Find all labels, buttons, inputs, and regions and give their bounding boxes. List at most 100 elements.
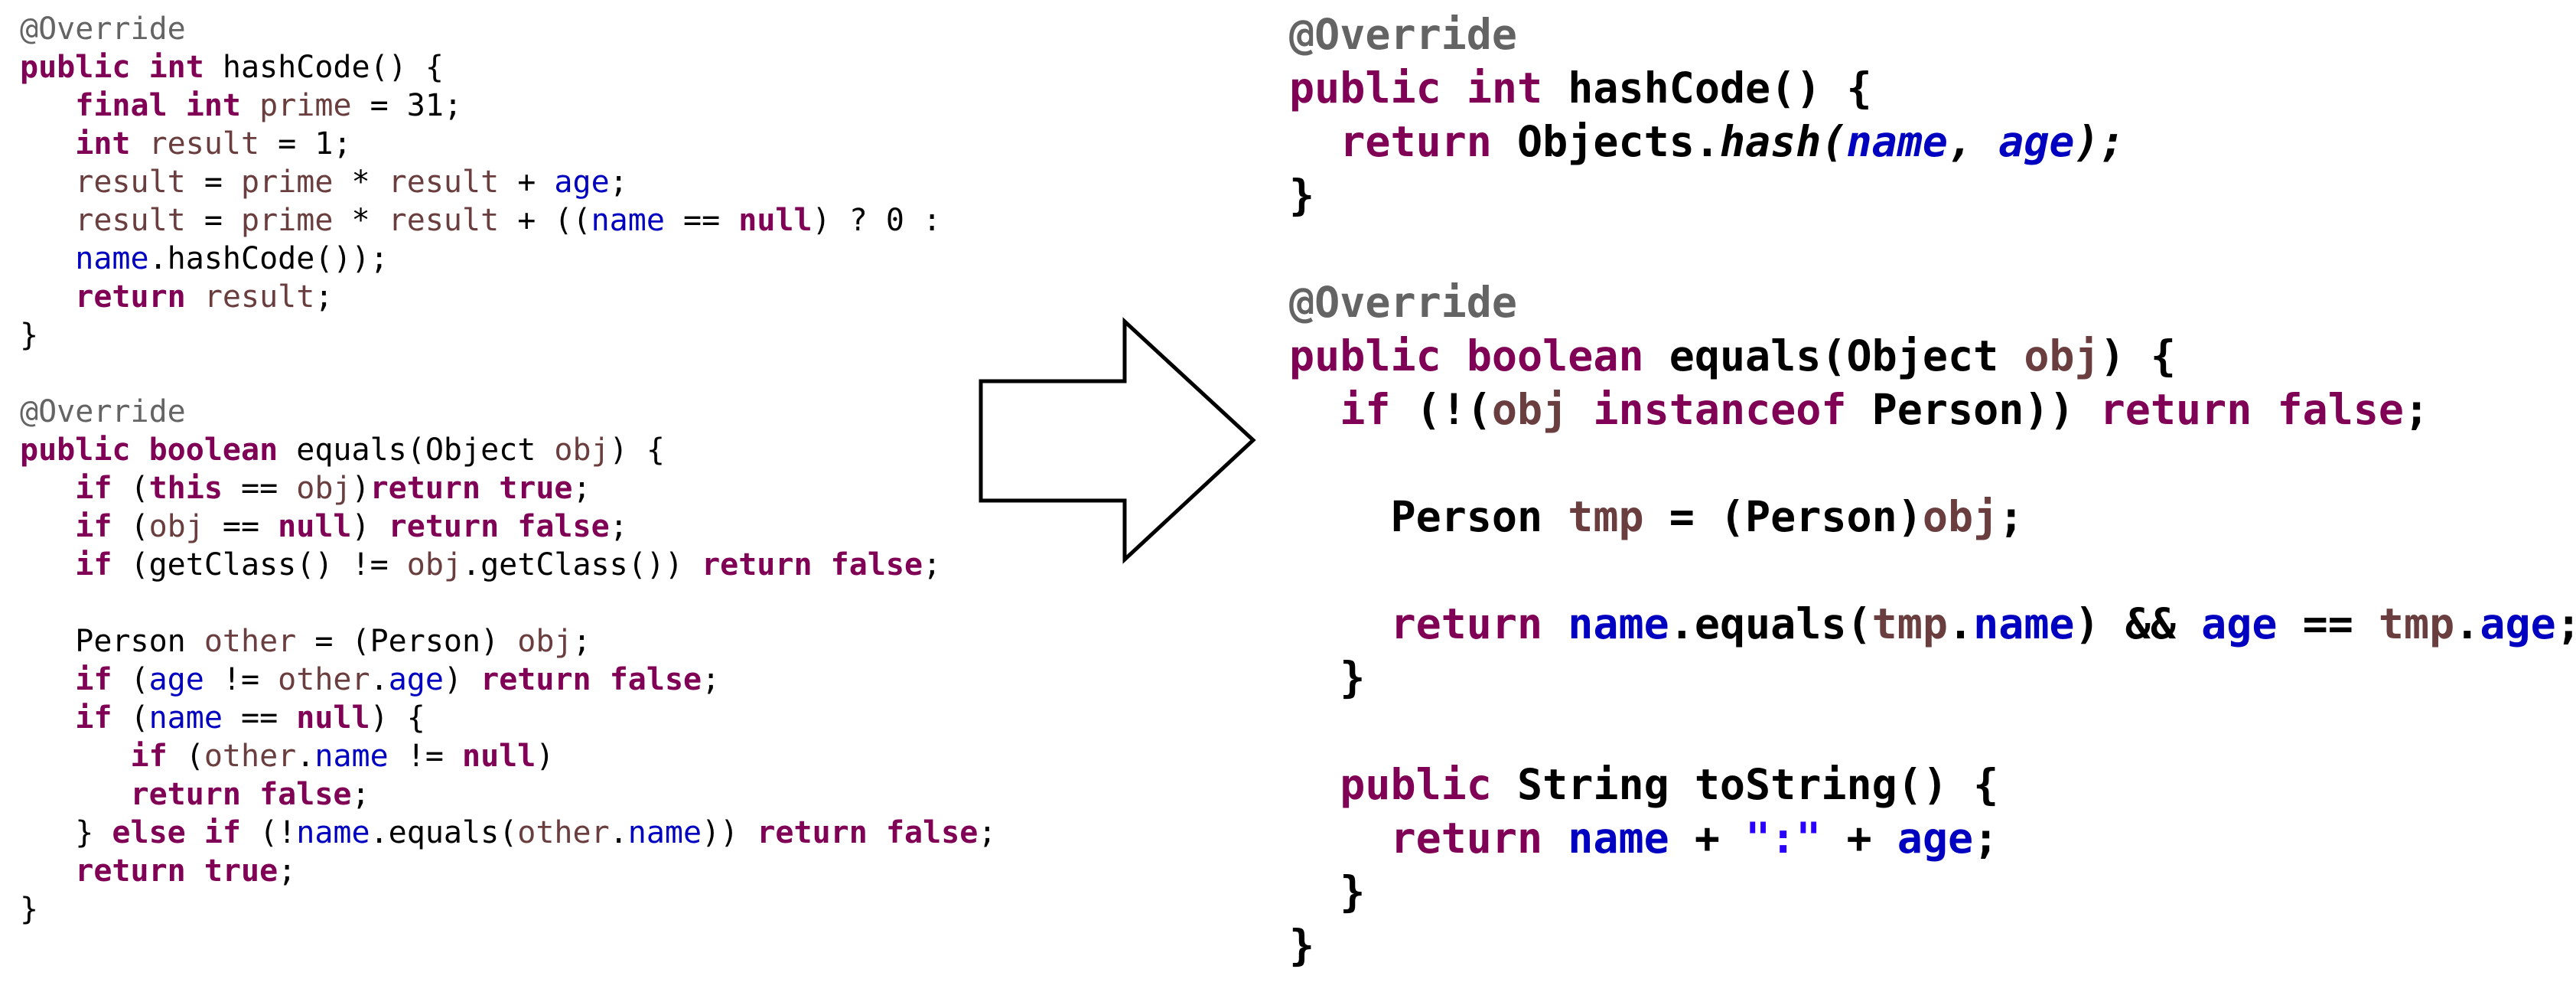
code-token: tmp [1871, 599, 1948, 648]
code-token: if [75, 700, 112, 736]
code-token: boolean [1466, 331, 1644, 380]
code-token: ) [536, 739, 555, 774]
code-token: false [830, 547, 923, 582]
code-token: public [1289, 64, 1441, 113]
code-token: result [75, 165, 186, 200]
code-token: Person)) [1846, 385, 2100, 434]
code-token: .equals( [1669, 599, 1872, 648]
code-token: tmp [1568, 492, 1644, 541]
code-token: * [333, 165, 389, 200]
code-token: prime [241, 165, 334, 200]
code-token: name [1846, 117, 1948, 166]
code-token: ) { [2099, 331, 2176, 380]
right-code-panel: @Override public int hashCode() { return … [1289, 14, 2576, 994]
code-token: = [185, 203, 241, 238]
code-token: result [388, 165, 500, 200]
code-token: == [2277, 599, 2379, 648]
right-arrow-icon [979, 317, 1256, 564]
code-token: ); [2074, 117, 2125, 166]
code-line: if (obj == null) return false; [20, 511, 628, 542]
code-token: result [148, 126, 260, 162]
code-token: age [2480, 599, 2556, 648]
code-line: return name.equals(tmp.name) && age == t… [1289, 603, 2576, 645]
right-arrow-outline [979, 317, 1256, 564]
code-token: + [499, 165, 555, 200]
code-token: name [1568, 814, 1669, 863]
code-token: . [1947, 599, 1974, 648]
code-token: . [609, 815, 628, 850]
code-token: true [499, 471, 573, 506]
code-token: public [20, 50, 131, 85]
code-token: ; [609, 509, 628, 544]
code-token: result [388, 203, 500, 238]
code-token: return [370, 471, 481, 506]
code-token: other [204, 739, 297, 774]
code-line: if (!(obj instanceof Person)) return fal… [1289, 389, 2429, 431]
code-token: hashCode() { [1542, 64, 1872, 113]
code-token: } [1289, 653, 1366, 702]
code-token: if [75, 547, 112, 582]
code-token: name [296, 815, 370, 850]
code-line: public int hashCode() { [1289, 67, 1872, 109]
code-token: age [148, 662, 204, 697]
code-token: ; [923, 547, 942, 582]
code-token: )) [702, 815, 757, 850]
code-token: if [75, 662, 112, 697]
code-token: obj [1491, 385, 1568, 434]
code-token: equals(Object [278, 432, 555, 468]
code-token: * [333, 203, 389, 238]
code-token: false [259, 777, 352, 812]
code-token: . [296, 739, 315, 774]
code-token: int [1466, 64, 1543, 113]
code-token: == [204, 509, 278, 544]
code-token: ) [351, 509, 389, 544]
code-token: ; [1998, 492, 2024, 541]
code-token: ( [112, 662, 149, 697]
code-token: false [517, 509, 610, 544]
code-line: Person other = (Person) obj; [20, 626, 591, 657]
code-token: + [1669, 814, 1746, 863]
code-token: == [222, 700, 297, 736]
right-arrow-shape [979, 317, 1256, 564]
code-token: return [388, 509, 500, 544]
code-line: } [20, 894, 38, 925]
code-token: final [75, 88, 168, 123]
code-token: } [20, 892, 39, 927]
code-token: @Override [1289, 278, 1518, 327]
code-token: (! [241, 815, 297, 850]
code-token: = (Person) [1643, 492, 1923, 541]
code-token: Objects. [1491, 117, 1720, 166]
code-token: .equals( [370, 815, 518, 850]
code-line: @Override [20, 14, 186, 44]
code-token: public [1340, 760, 1492, 809]
code-token: tmp [2378, 599, 2455, 648]
code-line: return true; [20, 856, 296, 886]
code-token: ; [609, 165, 628, 200]
code-token: . [2454, 599, 2480, 648]
code-token: = 31; [351, 88, 463, 123]
code-token: ( [112, 471, 149, 506]
code-token: null [738, 203, 813, 238]
code-line: @Override [1289, 282, 1517, 324]
code-token: name [75, 241, 149, 276]
code-token: } [1289, 171, 1315, 220]
code-token: false [609, 662, 702, 697]
code-token: null [296, 700, 370, 736]
code-token: if [75, 471, 112, 506]
code-line: return Objects.hash(name, age); [1289, 121, 2125, 163]
code-token: name [1973, 599, 2075, 648]
code-token: name [314, 739, 389, 774]
code-token: false [2277, 385, 2405, 434]
